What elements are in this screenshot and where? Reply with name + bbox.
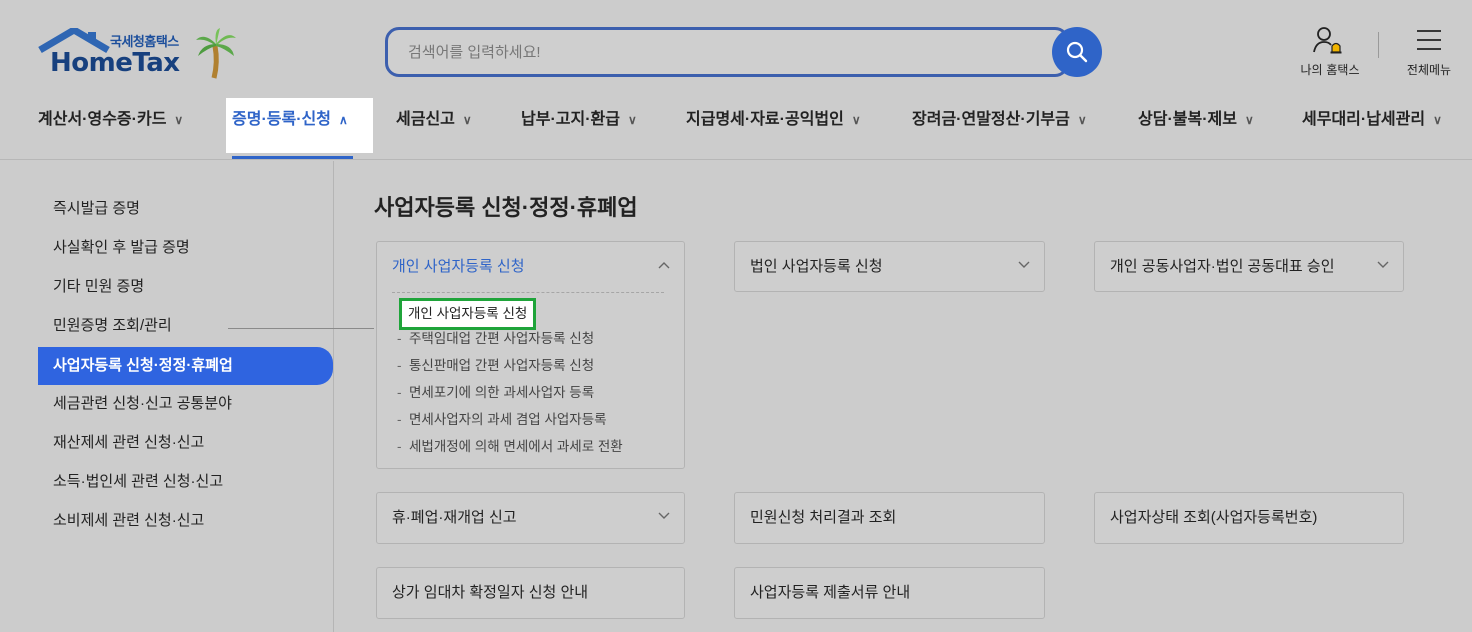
gnb-label: 계산서·영수증·카드 xyxy=(38,111,167,128)
submenu-item-taxable-side-business[interactable]: - 면세사업자의 과세 겸업 사업자등록 xyxy=(397,409,607,431)
gnb-label: 지급명세·자료·공익법인 xyxy=(686,111,844,128)
card-label: 민원신청 처리결과 조회 xyxy=(750,509,897,526)
gnb-label: 납부·고지·환급 xyxy=(521,111,620,128)
card-closure-reopen[interactable]: 휴·폐업·재개업 신고 xyxy=(376,492,685,544)
submenu-label: 세법개정에 의해 면세에서 과세로 전환 xyxy=(409,439,623,454)
search-bar xyxy=(385,27,1103,77)
chevron-down-icon: ∨ xyxy=(627,113,637,127)
hamburger-menu-icon xyxy=(1417,30,1441,50)
my-hometax-button[interactable]: 나의 홈택스 xyxy=(1290,26,1370,82)
sidebar-item-other-cert[interactable]: 기타 민원 증명 xyxy=(38,268,333,306)
submenu-item-housing-rental[interactable]: - 주택임대업 간편 사업자등록 신청 xyxy=(397,328,594,350)
chevron-down-icon xyxy=(1377,261,1389,268)
global-nav: 계산서·영수증·카드 ∨ 증명·등록·신청 ∧ 세금신고 ∨ 납부·고지·환급 ∨ 지급… xyxy=(0,98,1472,158)
card-request-result[interactable]: 민원신청 처리결과 조회 xyxy=(734,492,1045,544)
card-lease-date-guide[interactable]: 상가 임대차 확정일자 신청 안내 xyxy=(376,567,685,619)
sidebar-item-common-tax[interactable]: 세금관련 신청·신고 공통분야 xyxy=(38,385,333,423)
gnb-item-tax-report[interactable]: 세금신고 ∨ xyxy=(396,98,472,158)
gnb-label: 세무대리·납세관리 xyxy=(1302,111,1426,128)
sidebar-item-consumption-tax[interactable]: 소비제세 관련 신청·신고 xyxy=(38,502,333,540)
chevron-down-icon xyxy=(1018,261,1030,268)
gnb-item-invoice[interactable]: 계산서·영수증·카드 ∨ xyxy=(38,98,183,158)
submenu-label: 주택임대업 간편 사업자등록 신청 xyxy=(409,331,595,346)
sidebar-item-income-corp-tax[interactable]: 소득·법인세 관련 신청·신고 xyxy=(38,463,333,501)
chevron-up-icon xyxy=(658,262,670,269)
gnb-label: 상담·불복·제보 xyxy=(1138,111,1237,128)
chevron-up-icon: ∧ xyxy=(338,113,348,127)
list-dash: - xyxy=(397,385,402,400)
palm-tree-icon xyxy=(196,28,236,79)
submenu-label: 면세포기에 의한 과세사업자 등록 xyxy=(409,385,595,400)
all-menu-button[interactable]: 전체메뉴 xyxy=(1394,26,1464,82)
all-menu-label: 전체메뉴 xyxy=(1406,63,1452,77)
card-corporate-registration[interactable]: 법인 사업자등록 신청 xyxy=(734,241,1045,292)
list-dash: - xyxy=(397,439,402,454)
chevron-down-icon: ∨ xyxy=(174,113,184,127)
search-input[interactable] xyxy=(385,27,1069,77)
card-individual-registration[interactable]: 개인 사업자등록 신청 개인 사업자등록 신청 - 주택임대업 간편 사업자등록 … xyxy=(376,241,685,469)
chevron-down-icon: ∨ xyxy=(1244,113,1254,127)
gnb-label: 세금신고 xyxy=(396,111,455,128)
sidebar-item-business-registration[interactable]: 사업자등록 신청·정정·휴폐업 xyxy=(38,347,333,385)
connector-line xyxy=(228,328,374,329)
gnb-item-payment[interactable]: 납부·고지·환급 ∨ xyxy=(521,98,637,158)
card-divider xyxy=(392,292,664,293)
card-label: 휴·폐업·재개업 신고 xyxy=(392,509,517,526)
user-bell-icon xyxy=(1313,27,1342,54)
gnb-active-indicator xyxy=(232,156,353,159)
card-label: 상가 임대차 확정일자 신청 안내 xyxy=(392,584,589,601)
gnb-item-certificate[interactable]: 증명·등록·신청 ∧ xyxy=(226,98,373,153)
list-dash: - xyxy=(397,331,402,346)
card-business-status[interactable]: 사업자상태 조회(사업자등록번호) xyxy=(1094,492,1404,544)
list-dash: - xyxy=(397,412,402,427)
list-dash: - xyxy=(397,358,402,373)
chevron-down-icon: ∨ xyxy=(1433,113,1442,127)
submenu-item-waive-exemption[interactable]: - 면세포기에 의한 과세사업자 등록 xyxy=(397,382,594,404)
card-joint-approval[interactable]: 개인 공동사업자·법인 공동대표 승인 xyxy=(1094,241,1404,292)
header-divider xyxy=(1378,32,1379,58)
logo-title: HomeTax xyxy=(50,48,180,78)
sidebar-item-instant-cert[interactable]: 즉시발급 증명 xyxy=(38,190,333,228)
search-button[interactable] xyxy=(1052,27,1102,77)
chevron-down-icon xyxy=(658,512,670,519)
submenu-item-exempt-to-taxable[interactable]: - 세법개정에 의해 면세에서 과세로 전환 xyxy=(397,436,623,458)
gnb-item-incentives[interactable]: 장려금·연말정산·기부금 ∨ xyxy=(912,98,1087,158)
submenu-item-online-sales[interactable]: - 통신판매업 간편 사업자등록 신청 xyxy=(397,355,594,377)
search-icon xyxy=(1066,41,1088,63)
chevron-down-icon: ∨ xyxy=(1077,113,1087,127)
submenu-label: 통신판매업 간편 사업자등록 신청 xyxy=(409,358,595,373)
gnb-label: 증명·등록·신청 xyxy=(232,111,331,128)
gnb-item-consulting[interactable]: 상담·불복·제보 ∨ xyxy=(1138,98,1254,158)
sidebar-item-cert-manage[interactable]: 민원증명 조회/관리 xyxy=(38,307,333,345)
page-title: 사업자등록 신청·정정·휴폐업 xyxy=(374,195,638,220)
gnb-item-tax-agent[interactable]: 세무대리·납세관리 ∨ xyxy=(1302,98,1442,158)
card-label: 법인 사업자등록 신청 xyxy=(750,258,883,275)
chevron-down-icon: ∨ xyxy=(851,113,861,127)
card-required-documents[interactable]: 사업자등록 제출서류 안내 xyxy=(734,567,1045,619)
card-label: 개인 공동사업자·법인 공동대표 승인 xyxy=(1110,258,1335,275)
sidebar-item-fact-check-cert[interactable]: 사실확인 후 발급 증명 xyxy=(38,229,333,267)
sidebar: 즉시발급 증명 사실확인 후 발급 증명 기타 민원 증명 민원증명 조회/관리… xyxy=(0,161,334,632)
card-label: 사업자상태 조회(사업자등록번호) xyxy=(1110,509,1318,526)
sidebar-item-property-tax[interactable]: 재산제세 관련 신청·신고 xyxy=(38,424,333,462)
card-label: 사업자등록 제출서류 안내 xyxy=(750,584,911,601)
submenu-item-individual-registration[interactable]: 개인 사업자등록 신청 xyxy=(399,298,537,330)
submenu-label: 면세사업자의 과세 겸업 사업자등록 xyxy=(409,412,607,427)
my-hometax-label: 나의 홈택스 xyxy=(1300,63,1360,77)
card-label: 개인 사업자등록 신청 xyxy=(392,258,525,275)
hometax-logo[interactable]: 국세청홈택스 HomeTax xyxy=(36,26,246,82)
gnb-label: 장려금·연말정산·기부금 xyxy=(912,111,1070,128)
chevron-down-icon: ∨ xyxy=(462,113,472,127)
gnb-item-statements[interactable]: 지급명세·자료·공익법인 ∨ xyxy=(686,98,861,158)
